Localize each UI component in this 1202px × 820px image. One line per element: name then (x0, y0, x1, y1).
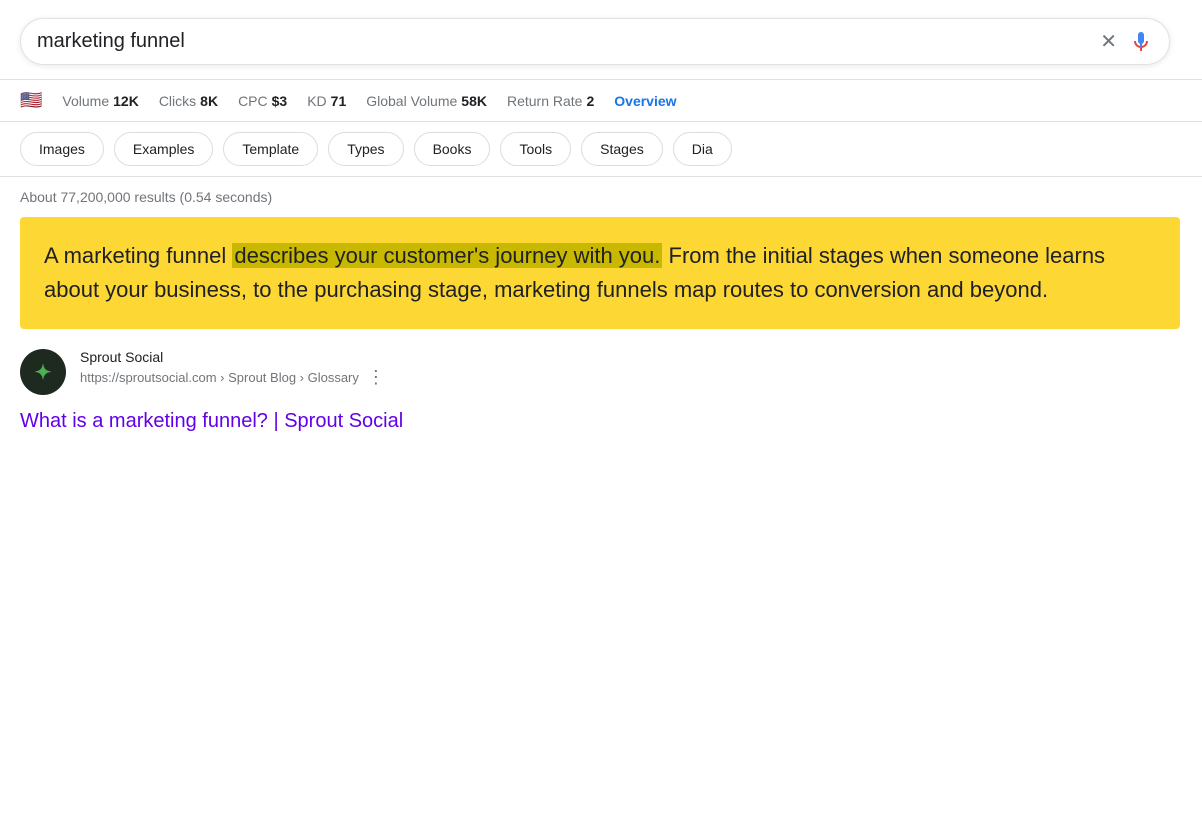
source-url: https://sproutsocial.com › Sprout Blog ›… (80, 370, 359, 385)
source-result: ✦ Sprout Social https://sproutsocial.com… (20, 349, 1182, 395)
filter-pill-dia[interactable]: Dia (673, 132, 732, 166)
metric-return-rate: Return Rate 2 (507, 93, 594, 109)
metric-volume-value: 12K (113, 93, 139, 109)
featured-snippet: A marketing funnel describes your custom… (20, 217, 1180, 329)
search-mic-icon[interactable] (1129, 30, 1153, 54)
metric-kd: KD 71 (307, 93, 346, 109)
metric-volume: Volume 12K (62, 93, 138, 109)
metric-cpc-value: $3 (272, 93, 288, 109)
filter-pill-images[interactable]: Images (20, 132, 104, 166)
filter-pill-books[interactable]: Books (414, 132, 491, 166)
metric-return-rate-label: Return Rate (507, 93, 582, 109)
filter-pills-row: Images Examples Template Types Books Too… (0, 122, 1202, 177)
metric-clicks-value: 8K (200, 93, 218, 109)
featured-snippet-text: A marketing funnel describes your custom… (44, 239, 1156, 307)
metric-clicks-label: Clicks (159, 93, 196, 109)
results-section: About 77,200,000 results (0.54 seconds) … (0, 177, 1202, 435)
favicon-icon: ✦ (35, 360, 52, 385)
result-title-link[interactable]: What is a marketing funnel? | Sprout Soc… (20, 410, 403, 432)
search-bar-section: ✕ (0, 0, 1202, 80)
source-favicon: ✦ (20, 349, 66, 395)
metric-global-volume: Global Volume 58K (366, 93, 487, 109)
snippet-text-highlighted: describes your customer's journey with y… (232, 243, 662, 268)
filter-pill-examples[interactable]: Examples (114, 132, 213, 166)
metric-return-rate-value: 2 (586, 93, 594, 109)
metric-kd-label: KD (307, 93, 326, 109)
metric-clicks: Clicks 8K (159, 93, 218, 109)
source-name: Sprout Social (80, 349, 1182, 365)
filter-pill-types[interactable]: Types (328, 132, 403, 166)
filter-pill-tools[interactable]: Tools (500, 132, 571, 166)
filter-pill-stages[interactable]: Stages (581, 132, 663, 166)
source-url-row: https://sproutsocial.com › Sprout Blog ›… (80, 367, 1182, 388)
search-bar-container: ✕ (20, 18, 1170, 65)
metric-kd-value: 71 (331, 93, 347, 109)
metric-global-volume-value: 58K (461, 93, 487, 109)
metric-cpc: CPC $3 (238, 93, 287, 109)
metric-global-volume-label: Global Volume (366, 93, 457, 109)
search-clear-icon[interactable]: ✕ (1100, 29, 1117, 54)
metric-volume-label: Volume (62, 93, 109, 109)
source-more-options-icon[interactable]: ⋮ (367, 367, 385, 388)
metric-cpc-label: CPC (238, 93, 268, 109)
overview-link[interactable]: Overview (614, 93, 676, 109)
search-input[interactable] (37, 30, 1100, 53)
snippet-text-part-1: A marketing funnel (44, 243, 232, 268)
source-info: Sprout Social https://sproutsocial.com ›… (80, 349, 1182, 388)
filter-pill-template[interactable]: Template (223, 132, 318, 166)
results-count: About 77,200,000 results (0.54 seconds) (20, 189, 1182, 205)
metrics-row: 🇺🇸 Volume 12K Clicks 8K CPC $3 KD 71 Glo… (0, 80, 1202, 122)
flag-icon: 🇺🇸 (20, 90, 42, 111)
